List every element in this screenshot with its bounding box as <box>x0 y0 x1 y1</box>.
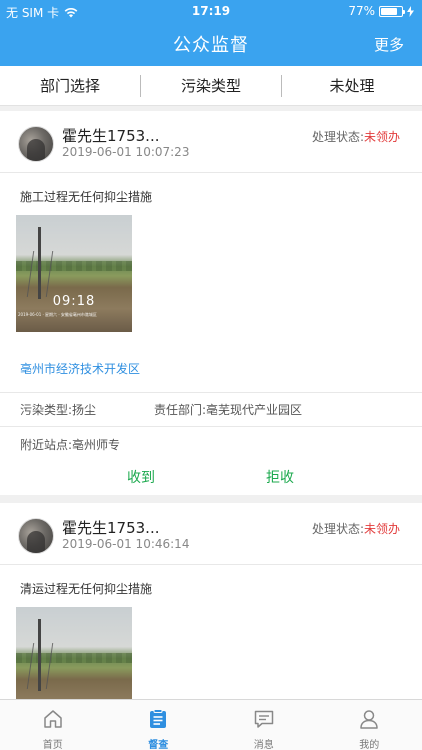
charging-icon <box>407 5 414 17</box>
tab-home[interactable]: 首页 <box>0 700 106 750</box>
status-badge: 处理状态:未领办 <box>312 520 400 537</box>
tab-label: 消息 <box>253 740 274 750</box>
filter-bar: 部门选择 污染类型 未处理 <box>0 66 422 106</box>
status-badge: 处理状态:未领办 <box>312 128 400 145</box>
tab-label: 督查 <box>148 740 169 750</box>
battery-icon <box>379 5 405 17</box>
status-label: 处理状态: <box>311 522 364 536</box>
inspection-icon <box>150 709 167 728</box>
tab-bar: 首页 督查 消息 我的 <box>0 699 422 750</box>
meta-row: 污染类型:扬尘 责任部门:亳芜现代产业园区 <box>0 393 422 427</box>
card-actions: 收到 拒收 <box>0 461 422 495</box>
battery-group: 77% <box>348 4 414 18</box>
avatar[interactable] <box>18 518 54 554</box>
reject-button[interactable]: 拒收 <box>266 467 294 487</box>
more-button[interactable]: 更多 <box>374 34 404 55</box>
tab-label: 我的 <box>359 740 380 750</box>
tab-label: 首页 <box>42 740 63 750</box>
filter-status[interactable]: 未处理 <box>282 75 422 96</box>
report-card[interactable]: 霍先生1753... 2019-06-01 10:07:23 处理状态:未领办 … <box>0 111 422 495</box>
card-header: 霍先生1753... 2019-06-01 10:46:14 处理状态:未领办 <box>0 503 422 565</box>
photo-caption: 2019-06-01 · 星期六 · 安徽省亳州市谯城区 <box>18 312 97 317</box>
app-root: 无 SIM 卡 17:19 77% 公众监督 更多 部门选择 污染类型 未处理 … <box>0 0 422 750</box>
user-name: 霍先生1753... <box>62 519 160 537</box>
card-header: 霍先生1753... 2019-06-01 10:07:23 处理状态:未领办 <box>0 111 422 173</box>
status-value: 未领办 <box>363 130 400 144</box>
avatar[interactable] <box>18 126 54 162</box>
report-feed[interactable]: 霍先生1753... 2019-06-01 10:07:23 处理状态:未领办 … <box>0 107 422 699</box>
pollution-type: 污染类型:扬尘 <box>20 403 97 417</box>
user-name: 霍先生1753... <box>62 127 160 145</box>
tab-inspection[interactable]: 督查 <box>106 700 212 750</box>
nav-bar: 公众监督 更多 <box>0 22 422 66</box>
nearby-station: 附近站点:亳州师专 <box>20 437 121 452</box>
report-location[interactable]: 亳州市经济技术开发区 <box>0 332 422 393</box>
report-description: 清运过程无任何抑尘措施 <box>20 582 153 596</box>
profile-icon <box>360 710 378 729</box>
photo-timestamp: 09:18 <box>52 294 96 309</box>
status-bar: 无 SIM 卡 17:19 77% <box>0 0 422 22</box>
tab-messages[interactable]: 消息 <box>211 700 317 750</box>
status-value: 未领办 <box>363 522 400 536</box>
message-icon <box>254 710 273 728</box>
header: 无 SIM 卡 17:19 77% 公众监督 更多 <box>0 0 422 66</box>
page-title: 公众监督 <box>173 35 249 56</box>
post-time: 2019-06-01 10:07:23 <box>62 145 190 159</box>
tab-profile[interactable]: 我的 <box>317 700 422 750</box>
home-icon <box>44 710 62 728</box>
post-time: 2019-06-01 10:46:14 <box>62 537 190 551</box>
filter-department[interactable]: 部门选择 <box>0 75 140 96</box>
report-description: 施工过程无任何抑尘措施 <box>20 190 153 204</box>
filter-pollution-type[interactable]: 污染类型 <box>141 75 281 96</box>
report-photo[interactable] <box>16 607 132 699</box>
report-photo[interactable]: 09:18 2019-06-01 · 星期六 · 安徽省亳州市谯城区 <box>16 215 132 332</box>
responsible-department: 责任部门:亳芜现代产业园区 <box>154 403 303 417</box>
receive-button[interactable]: 收到 <box>127 467 155 487</box>
report-card[interactable]: 霍先生1753... 2019-06-01 10:46:14 处理状态:未领办 … <box>0 503 422 699</box>
status-label: 处理状态: <box>311 130 364 144</box>
battery-percent: 77% <box>348 4 375 18</box>
